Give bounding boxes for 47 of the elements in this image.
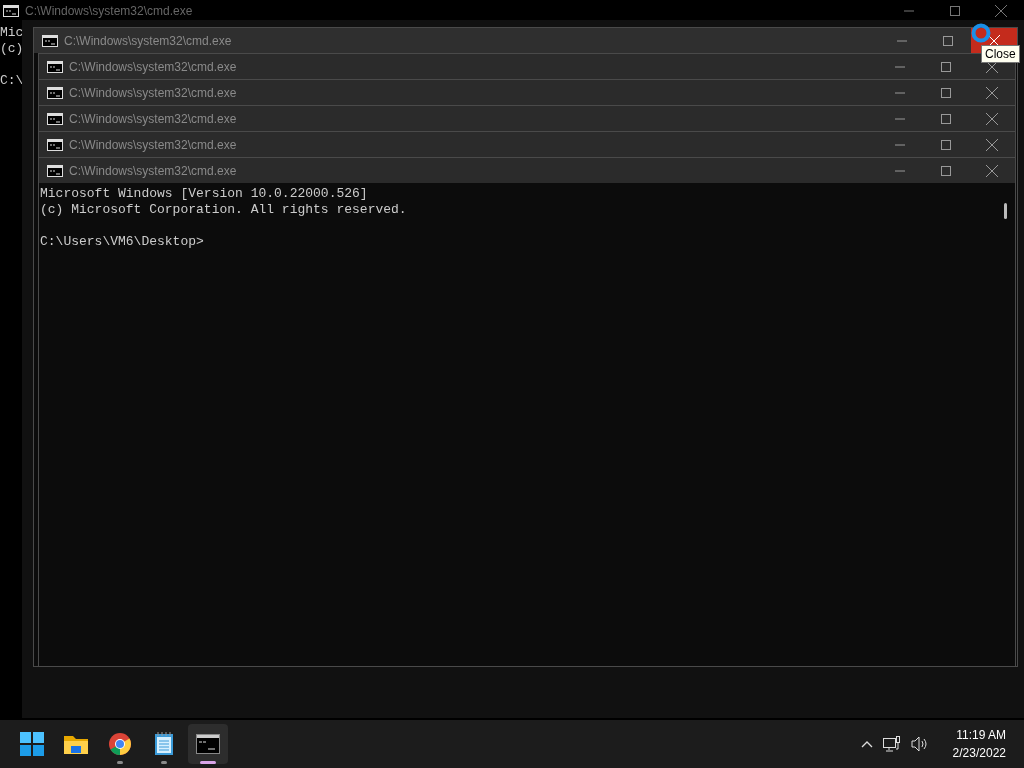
terminal-icon bbox=[196, 734, 220, 754]
maximize-icon bbox=[941, 165, 951, 176]
terminal-icon bbox=[47, 138, 63, 151]
console-line: (c) Microsoft Corporation. All rights reserved. bbox=[40, 202, 407, 218]
close-icon bbox=[986, 164, 998, 177]
speaker-icon[interactable] bbox=[910, 736, 929, 752]
console-line: (c) bbox=[0, 41, 24, 57]
close-icon bbox=[986, 86, 998, 99]
close-icon bbox=[986, 60, 998, 73]
terminal-icon bbox=[42, 34, 58, 47]
terminal-icon bbox=[47, 112, 63, 125]
tooltip: Close bbox=[981, 45, 1020, 63]
start-icon bbox=[20, 732, 44, 756]
maximize-icon bbox=[941, 61, 951, 72]
maximize-icon bbox=[941, 113, 951, 124]
console-line: Microsoft Windows [Version 10.0.22000.526] bbox=[40, 186, 368, 202]
window-title: C:\Windows\system32\cmd.exe bbox=[69, 136, 237, 154]
window-title: C:\Windows\system32\cmd.exe bbox=[64, 32, 232, 50]
browser-icon bbox=[108, 732, 132, 756]
clock-time[interactable]: 11:19 AM bbox=[956, 726, 1006, 744]
taskbar-button[interactable] bbox=[188, 724, 228, 764]
maximize-icon bbox=[941, 87, 951, 98]
window-title: C:\Windows\system32\cmd.exe bbox=[69, 58, 237, 76]
window-title: C:\Windows\system32\cmd.exe bbox=[69, 84, 237, 102]
console-line: C:\ bbox=[0, 73, 24, 89]
folder-icon bbox=[63, 733, 89, 755]
maximize-icon bbox=[950, 6, 960, 16]
window-title: C:\Windows\system32\cmd.exe bbox=[25, 3, 193, 20]
command-prompt: C:\Users\VM6\Desktop> bbox=[40, 234, 204, 250]
close-icon bbox=[986, 112, 998, 125]
scrollbar-thumb[interactable] bbox=[1004, 203, 1007, 219]
terminal-icon bbox=[47, 60, 63, 73]
close-icon bbox=[995, 5, 1007, 17]
terminal-icon bbox=[47, 86, 63, 99]
console-line: Mic bbox=[0, 25, 24, 41]
close-icon bbox=[986, 138, 998, 151]
chevron-up-icon[interactable] bbox=[860, 740, 873, 748]
window-title: C:\Windows\system32\cmd.exe bbox=[69, 110, 237, 128]
window-title: C:\Windows\system32\cmd.exe bbox=[69, 162, 237, 180]
clock-date[interactable]: 2/23/2022 bbox=[952, 744, 1006, 762]
terminal-icon bbox=[3, 5, 19, 17]
notepad-icon bbox=[154, 732, 174, 756]
busy-cursor-icon bbox=[971, 23, 991, 43]
maximize-icon bbox=[943, 35, 953, 46]
maximize-icon bbox=[941, 139, 951, 150]
terminal-icon bbox=[47, 164, 63, 177]
network-icon[interactable] bbox=[882, 736, 901, 752]
